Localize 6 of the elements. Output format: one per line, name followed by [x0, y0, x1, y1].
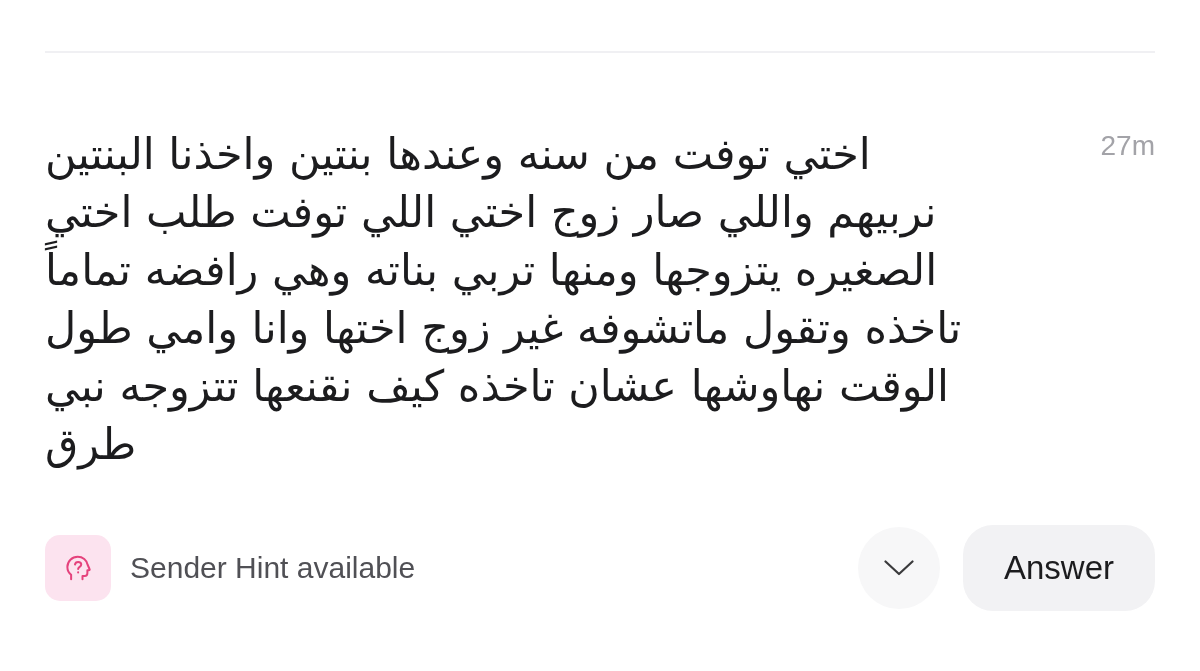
answer-button[interactable]: Answer: [963, 525, 1155, 611]
head-question-icon: [45, 535, 111, 601]
timestamp: 27m: [1100, 129, 1155, 163]
hint-label: Sender Hint available: [130, 551, 416, 585]
chevron-down-icon: [884, 560, 914, 576]
message-text: اختي توفت من سنه وعندها بنتين واخذنا البنتين نربيهم واللي صار زوج اختي اللي توفت طلب اختي الصغيره يتزوجها ومنها تربي بناته وهي رافضه تماماً تاخذه وتقول ماتشوفه غير زوج اختها وانا وامي طول الوقت نهاوشها عشان تاخذه كيف نقنعها تتزوجه نبي طرق: [45, 128, 963, 472]
